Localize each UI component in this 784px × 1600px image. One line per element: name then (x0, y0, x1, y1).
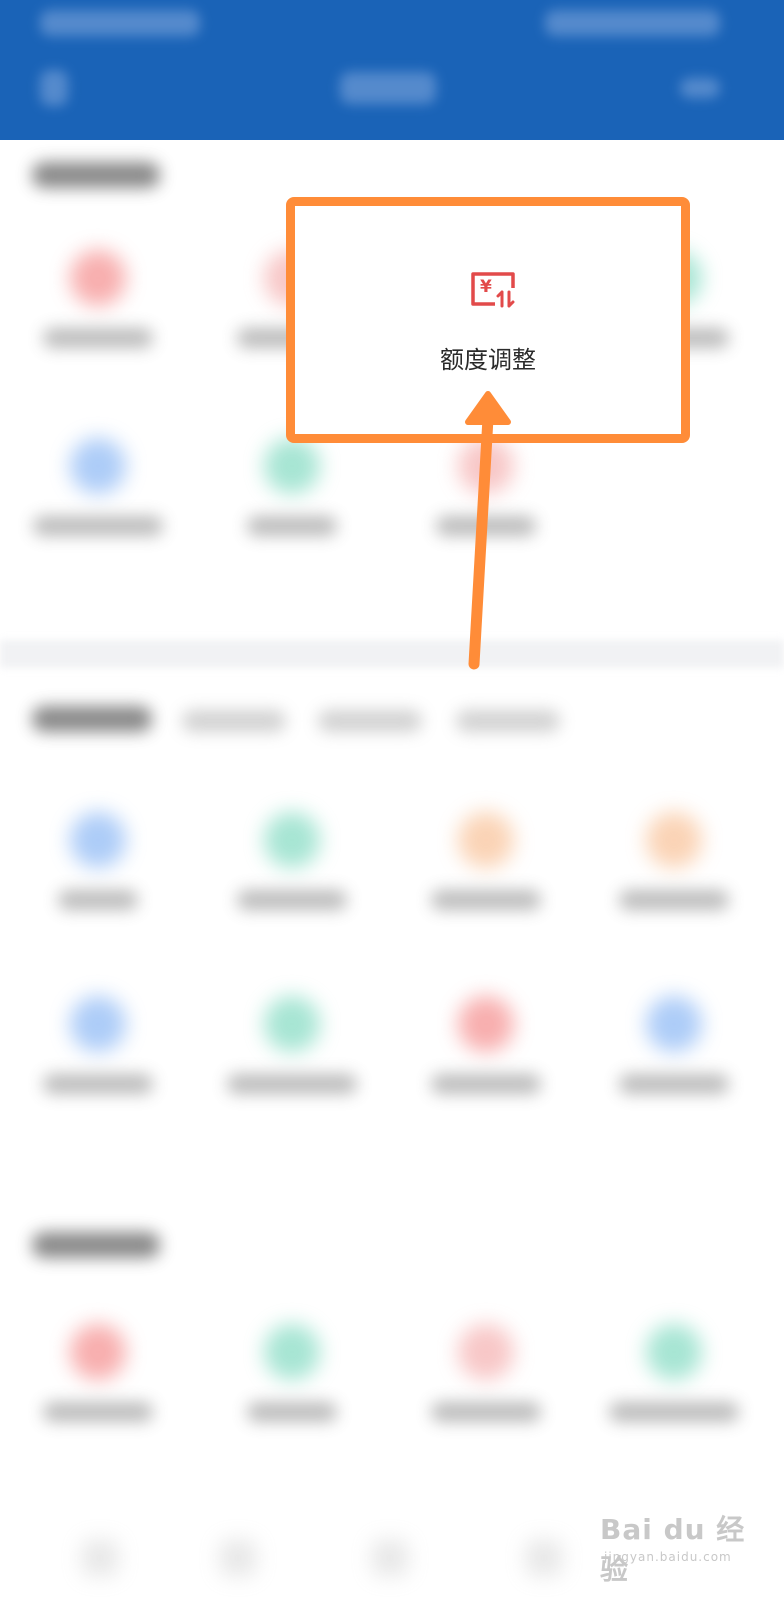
item-icon (264, 438, 320, 494)
item-label-blur (619, 890, 729, 910)
item-icon (264, 812, 320, 868)
item-label-blur (431, 1074, 541, 1094)
item-label[interactable]: 额度调整 (295, 340, 681, 375)
grid-item[interactable] (406, 792, 566, 942)
page-title-blur (340, 72, 436, 104)
app-header (0, 0, 784, 140)
back-icon[interactable] (40, 70, 68, 106)
grid-item[interactable] (594, 792, 754, 942)
section-divider (0, 640, 784, 668)
item-label-blur (33, 516, 163, 536)
tab-blur[interactable] (182, 710, 286, 732)
item-icon (264, 1324, 320, 1380)
item-icon (458, 996, 514, 1052)
grid-item[interactable] (406, 1304, 566, 1454)
nav-icon[interactable] (526, 1540, 562, 1576)
grid-item[interactable] (212, 976, 372, 1126)
item-icon (458, 1324, 514, 1380)
item-label-blur (43, 1402, 153, 1422)
item-icon (70, 996, 126, 1052)
highlight-box: ¥ 额度调整 (286, 197, 690, 443)
more-icon[interactable] (680, 78, 720, 98)
status-bar-left-blur (40, 10, 200, 36)
item-label-blur (436, 516, 536, 536)
grid-item[interactable] (212, 792, 372, 942)
nav-icon[interactable] (372, 1540, 408, 1576)
watermark-url: jingyan.baidu.com (604, 1550, 732, 1564)
tab-blur[interactable] (318, 710, 422, 732)
item-label-blur (43, 1074, 153, 1094)
item-label-blur (58, 890, 138, 910)
grid-item[interactable] (406, 976, 566, 1126)
grid-item[interactable] (18, 418, 178, 568)
item-icon (458, 812, 514, 868)
watermark-brand: Bai du 经验 (600, 1513, 746, 1586)
grid-item[interactable] (18, 230, 178, 380)
item-label-blur (43, 328, 153, 348)
nav-icon[interactable] (82, 1540, 118, 1576)
grid-item[interactable] (18, 976, 178, 1126)
item-icon (70, 812, 126, 868)
item-icon (264, 996, 320, 1052)
item-icon (646, 812, 702, 868)
item-label-blur (431, 890, 541, 910)
nav-icon[interactable] (220, 1540, 256, 1576)
item-label-blur (247, 1402, 337, 1422)
item-icon (70, 1324, 126, 1380)
item-icon (70, 438, 126, 494)
yuan-adjust-icon-svg: ¥ (471, 272, 515, 308)
tab-blur[interactable] (456, 710, 560, 732)
tab-active-blur[interactable] (32, 706, 152, 732)
section-title-1-blur (32, 162, 160, 188)
baidu-watermark: Bai du 经验 jingyan.baidu.com (600, 1508, 760, 1586)
yuan-adjust-icon[interactable]: ¥ (469, 270, 517, 310)
grid-item[interactable] (594, 1304, 754, 1454)
grid-item[interactable] (594, 976, 754, 1126)
item-label-blur (247, 516, 337, 536)
svg-text:¥: ¥ (480, 277, 492, 297)
item-label-blur (431, 1402, 541, 1422)
item-icon (646, 1324, 702, 1380)
item-icon (646, 996, 702, 1052)
item-label-blur (237, 890, 347, 910)
grid-item[interactable] (18, 1304, 178, 1454)
grid-item[interactable] (212, 1304, 372, 1454)
item-label-blur (609, 1402, 739, 1422)
item-label-blur (227, 1074, 357, 1094)
section-title-3-blur (32, 1232, 160, 1258)
item-icon (458, 438, 514, 494)
status-bar-right-blur (545, 10, 720, 36)
grid-item[interactable] (18, 792, 178, 942)
item-label-blur (619, 1074, 729, 1094)
item-icon (70, 250, 126, 306)
